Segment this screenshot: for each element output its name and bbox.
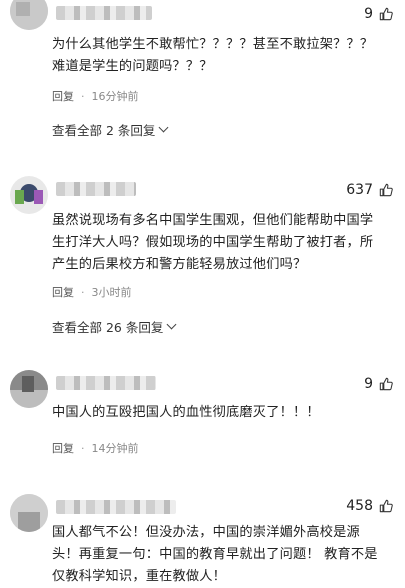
chevron-down-icon — [158, 122, 169, 133]
username-blurred[interactable] — [56, 376, 156, 390]
like-count: 9 — [364, 376, 373, 392]
reply-button[interactable]: 回复 — [52, 284, 74, 300]
comment-text: 中国人的互殴把国人的血性彻底磨灭了！！！ — [52, 405, 320, 420]
comment-time: 16分钟前 — [91, 90, 139, 103]
like-count: 637 — [346, 182, 373, 198]
comment-card: 9 中国人的互殴把国人的血性彻底磨灭了！！！ 回复 · 14分钟前 — [0, 362, 405, 472]
avatar[interactable] — [10, 494, 48, 532]
username-blurred[interactable] — [56, 182, 136, 196]
thumbs-up-icon — [379, 183, 393, 197]
comment-meta: 回复 · 3小时前 — [52, 284, 132, 300]
username-blurred[interactable] — [56, 500, 176, 514]
meta-separator: · — [81, 89, 85, 103]
like-count: 9 — [364, 6, 373, 22]
username-blurred[interactable] — [56, 6, 152, 20]
meta-separator: · — [81, 285, 85, 299]
avatar[interactable] — [10, 176, 48, 214]
comment-meta: 回复 · 16分钟前 — [52, 88, 139, 104]
thumbs-up-icon — [379, 7, 393, 21]
thumbs-up-icon — [379, 377, 393, 391]
view-all-replies-label: 查看全部 2 条回复 — [52, 123, 156, 138]
reply-button[interactable]: 回复 — [52, 440, 74, 456]
comment-card: 9 为什么其他学生不敢帮忙？？？？甚至不敢拉架？？？难道是学生的问题吗？？？ 回… — [0, 0, 405, 150]
reply-button[interactable]: 回复 — [52, 88, 74, 104]
comment-time: 14分钟前 — [91, 442, 139, 455]
like-button[interactable]: 9 — [364, 376, 393, 392]
like-button[interactable]: 9 — [364, 6, 393, 22]
avatar[interactable] — [10, 370, 48, 408]
comment-text: 虽然说现场有多名中国学生围观，但他们能帮助中国学生打洋大人吗？假如现场的中国学生… — [52, 213, 374, 272]
comment-time: 3小时前 — [91, 286, 132, 299]
comment-card: 458 国人都气不公！但没办法，中国的崇洋媚外高校是源头！再重复一句：中国的教育… — [0, 488, 405, 585]
like-button[interactable]: 637 — [346, 182, 393, 198]
view-all-replies-label: 查看全部 26 条回复 — [52, 320, 164, 335]
comment-text: 为什么其他学生不敢帮忙？？？？甚至不敢拉架？？？难道是学生的问题吗？？？ — [52, 37, 374, 74]
comment-meta: 回复 · 14分钟前 — [52, 440, 139, 456]
like-count: 458 — [346, 498, 373, 514]
chevron-down-icon — [166, 319, 177, 330]
like-button[interactable]: 458 — [346, 498, 393, 514]
view-all-replies-button[interactable]: 查看全部 2 条回复 — [52, 120, 169, 139]
comment-card: 637 虽然说现场有多名中国学生围观，但他们能帮助中国学生打洋大人吗？假如现场的… — [0, 168, 405, 348]
view-all-replies-button[interactable]: 查看全部 26 条回复 — [52, 317, 177, 336]
avatar[interactable] — [10, 0, 48, 30]
thumbs-up-icon — [379, 499, 393, 513]
meta-separator: · — [81, 441, 85, 455]
comment-text: 国人都气不公！但没办法，中国的崇洋媚外高校是源头！再重复一句：中国的教育早就出了… — [52, 525, 378, 584]
